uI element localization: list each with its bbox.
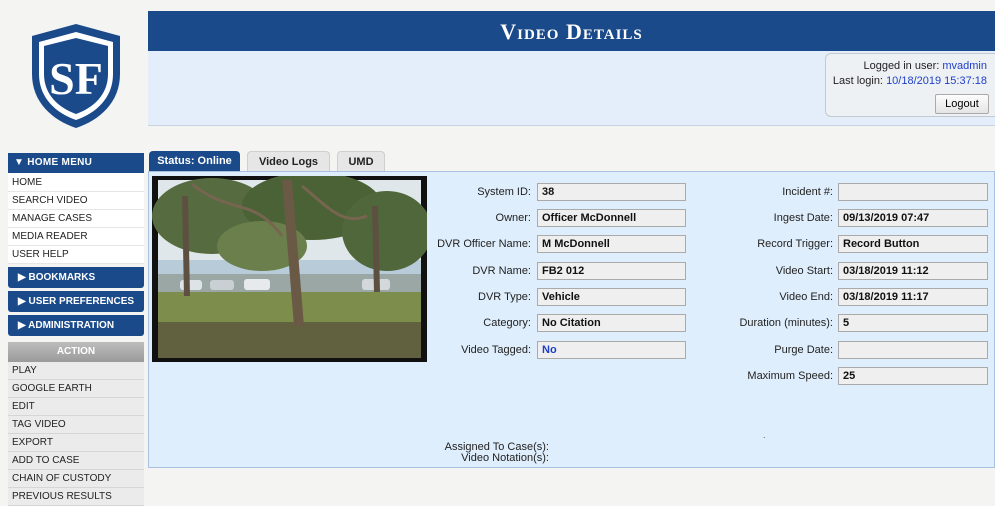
duration-value: 5 [838, 314, 988, 332]
purge-date-value [838, 341, 988, 359]
logged-in-label: Logged in user: [863, 60, 940, 72]
dvr-type-label: DVR Type: [478, 291, 531, 303]
login-info: Logged in user: mvadmin Last login: 10/1… [825, 53, 995, 117]
sidebar-item-user-help[interactable]: User Help [8, 246, 144, 264]
record-trigger-label: Record Trigger: [757, 238, 833, 250]
page-title: Video Details [148, 11, 995, 51]
category-label: Category: [483, 317, 531, 329]
video-details-panel: System ID: 38 Owner: Officer McDonnell D… [148, 171, 995, 468]
tab-umd[interactable]: UMD [337, 151, 385, 171]
administration-label: Administration [28, 320, 115, 331]
tab-status[interactable]: Status: Online [149, 151, 240, 171]
action-previous-results[interactable]: Previous Results [8, 488, 144, 506]
user-preferences-label: User Preferences [28, 296, 135, 307]
bookmarks-menu[interactable]: ▶ Bookmarks [8, 267, 144, 288]
record-trigger-value: Record Button [838, 235, 988, 253]
action-edit[interactable]: Edit [8, 398, 144, 416]
system-id-value: 38 [537, 183, 686, 201]
video-tagged-value: No [537, 341, 686, 359]
last-login-label: Last login: [832, 75, 883, 87]
maximum-speed-label: Maximum Speed: [747, 370, 833, 382]
sf-shield-logo: SF [28, 22, 124, 130]
sidebar-item-home[interactable]: Home [8, 174, 144, 192]
action-export[interactable]: Export [8, 434, 144, 452]
ingest-date-value: 09/13/2019 07:47 [838, 209, 988, 227]
svg-text:SF: SF [49, 53, 103, 104]
video-start-value: 03/18/2019 11:12 [838, 262, 988, 280]
video-end-value: 03/18/2019 11:17 [838, 288, 988, 306]
incident-number-value [838, 183, 988, 201]
chevron-right-icon: ▶ [18, 272, 26, 283]
video-notation-label: Video Notation(s): [461, 452, 549, 464]
dvr-type-value: Vehicle [537, 288, 686, 306]
bookmarks-label: Bookmarks [28, 272, 96, 283]
home-menu-label: Home Menu [27, 157, 93, 168]
action-add-to-case[interactable]: Add To Case [8, 452, 144, 470]
video-thumbnail[interactable] [152, 176, 427, 362]
chevron-right-icon: ▶ [18, 320, 26, 331]
category-value: No Citation [537, 314, 686, 332]
logout-button[interactable]: Logout [935, 94, 989, 114]
sidebar-item-manage-cases[interactable]: Manage Cases [8, 210, 144, 228]
purge-date-label: Purge Date: [774, 344, 833, 356]
system-id-label: System ID: [477, 186, 531, 198]
dvr-officer-name-value: M McDonnell [537, 235, 686, 253]
video-start-label: Video Start: [775, 265, 833, 277]
dvr-officer-name-label: DVR Officer Name: [437, 238, 531, 250]
last-login-value: 10/18/2019 15:37:18 [886, 75, 987, 87]
action-header: Action [8, 342, 144, 362]
home-menu-header[interactable]: ▼ Home Menu [8, 153, 144, 174]
logged-in-user: mvadmin [942, 60, 987, 72]
owner-label: Owner: [495, 212, 531, 224]
dvr-name-label: DVR Name: [472, 265, 531, 277]
sidebar: ▼ Home Menu Home Search Video Manage Cas… [8, 153, 144, 506]
ingest-date-label: Ingest Date: [773, 212, 833, 224]
incident-number-label: Incident #: [782, 186, 833, 198]
video-end-label: Video End: [779, 291, 833, 303]
sidebar-item-media-reader[interactable]: Media Reader [8, 228, 144, 246]
duration-label: Duration (minutes): [739, 317, 833, 329]
chevron-right-icon: ▶ [18, 296, 26, 307]
owner-value: Officer McDonnell [537, 209, 686, 227]
action-google-earth[interactable]: Google Earth [8, 380, 144, 398]
header-info-panel: Logged in user: mvadmin Last login: 10/1… [148, 51, 995, 126]
action-play[interactable]: Play [8, 362, 144, 380]
maximum-speed-value: 25 [838, 367, 988, 385]
dvr-name-value: FB2 012 [537, 262, 686, 280]
video-tagged-label: Video Tagged: [461, 344, 531, 356]
divider-dot: . [763, 430, 766, 440]
sidebar-item-search-video[interactable]: Search Video [8, 192, 144, 210]
case-assignment-labels: Assigned To Case(s): Video Notation(s): [429, 442, 549, 464]
administration-menu[interactable]: ▶ Administration [8, 315, 144, 336]
user-preferences-menu[interactable]: ▶ User Preferences [8, 291, 144, 312]
tab-video-logs[interactable]: Video Logs [247, 151, 330, 171]
action-tag-video[interactable]: Tag Video [8, 416, 144, 434]
action-chain-of-custody[interactable]: Chain of Custody [8, 470, 144, 488]
